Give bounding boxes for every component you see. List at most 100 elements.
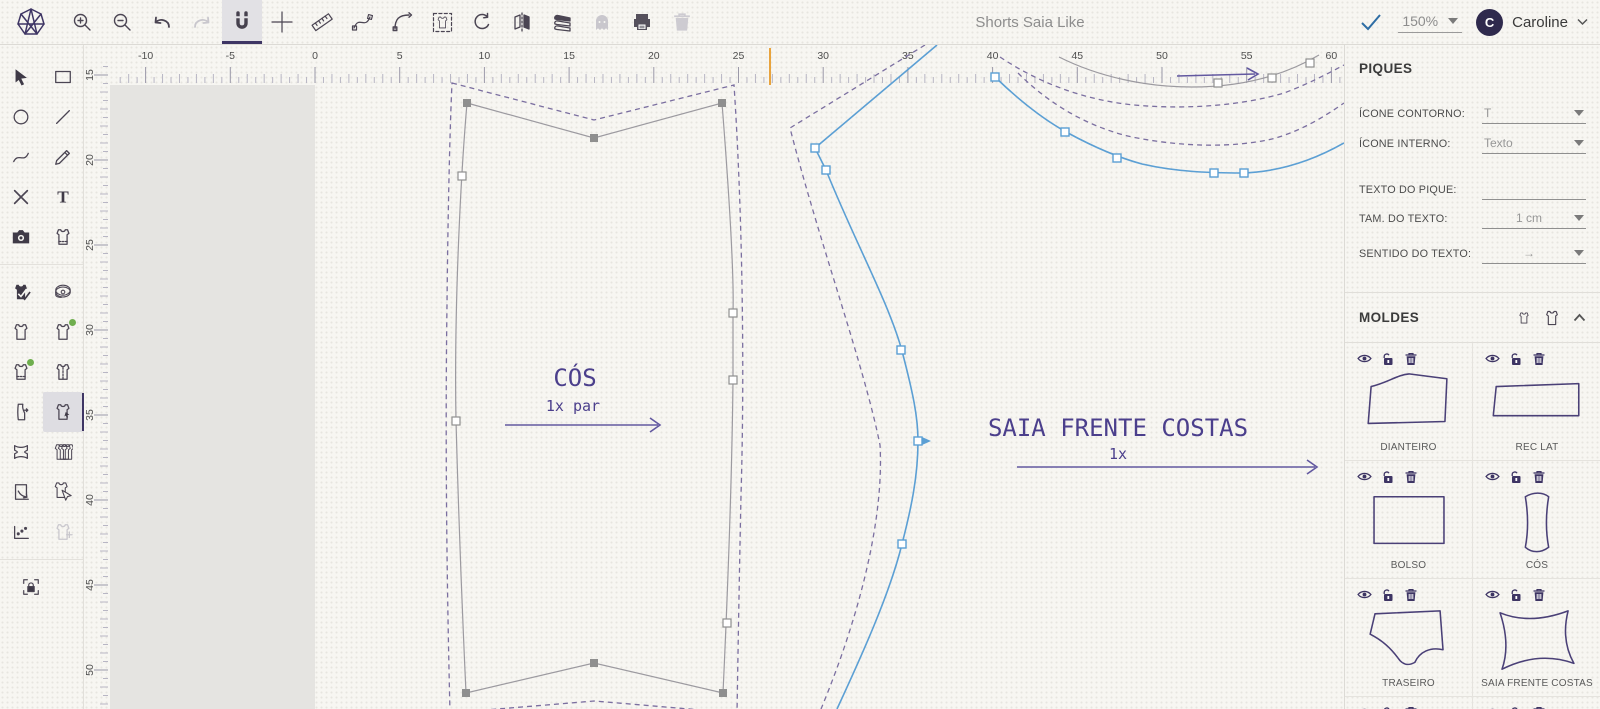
mold-new-dot-tool[interactable] (43, 312, 83, 352)
tam-do-texto-select[interactable]: 1 cm (1482, 211, 1586, 229)
icone-interno-value: Texto (1484, 136, 1513, 150)
collapse-chevron-up-icon[interactable] (1573, 313, 1586, 322)
icone-interno-select[interactable]: Texto (1482, 136, 1586, 154)
select-cursor-tool[interactable] (1, 57, 41, 97)
app-logo-icon[interactable] (0, 0, 62, 44)
visibility-eye-icon[interactable] (1485, 587, 1500, 602)
visibility-eye-icon[interactable] (1357, 469, 1372, 484)
visibility-eye-icon[interactable] (1485, 351, 1500, 366)
lock-icon[interactable] (1381, 588, 1395, 602)
off-page-area (110, 85, 315, 709)
piece-saia-grain-arrow (1017, 460, 1317, 474)
chevron-down-icon (1574, 250, 1584, 256)
mold-thumbnail (1473, 489, 1600, 557)
piece-cos[interactable]: CÓS 1x par (446, 83, 743, 709)
trash-icon[interactable] (1532, 470, 1546, 484)
mold-card[interactable]: CÓS (1473, 461, 1600, 579)
user-menu[interactable]: C Caroline (1476, 9, 1588, 36)
visibility-eye-icon[interactable] (1485, 469, 1500, 484)
print-button[interactable] (622, 0, 662, 44)
rotate-button[interactable] (462, 0, 502, 44)
mold-approve-tool[interactable] (1, 272, 41, 312)
mold-marked-dot-tool[interactable] (1, 352, 41, 392)
mold-stack-tool[interactable] (43, 432, 83, 472)
texto-do-pique-input[interactable] (1482, 182, 1586, 200)
svg-text:40: 40 (84, 494, 96, 506)
visibility-eye-icon[interactable] (1357, 705, 1372, 709)
sentido-do-texto-select[interactable]: → (1482, 246, 1586, 264)
chevron-down-icon (1448, 18, 1458, 24)
lock-icon[interactable] (1509, 706, 1523, 709)
rectangle-tool[interactable] (43, 57, 83, 97)
base-mold-tool[interactable] (43, 217, 83, 257)
mold-card[interactable]: SAIA FRENTE COSTAS (1473, 579, 1600, 697)
axis-points-tool[interactable] (1, 512, 41, 552)
mold-thumbnail (1345, 489, 1472, 557)
lock-icon[interactable] (1381, 352, 1395, 366)
trash-icon[interactable] (1404, 706, 1418, 709)
pencil-tool[interactable] (43, 137, 83, 177)
trash-icon[interactable] (1404, 352, 1418, 366)
mold-card[interactable]: BOLSO (1345, 461, 1473, 579)
line-tool[interactable] (43, 97, 83, 137)
mold-card[interactable]: REC LAT (1473, 343, 1600, 461)
mold-small-view-icon[interactable] (1517, 311, 1531, 325)
mold-centerline-tool[interactable] (43, 352, 83, 392)
mirror-button[interactable] (502, 0, 542, 44)
snap-magnet-button[interactable] (222, 0, 262, 44)
trash-icon[interactable] (1532, 352, 1546, 366)
select-mold-area-button[interactable] (422, 0, 462, 44)
text-tool[interactable]: T (43, 177, 83, 217)
mold-card[interactable] (1345, 697, 1473, 709)
piece-saia-frente-costas[interactable]: SAIA FRENTE COSTAS 1x (790, 45, 1344, 709)
photo-tool[interactable] (1, 217, 41, 257)
fabric-stack-button[interactable] (542, 0, 582, 44)
field-label: ÍCONE CONTORNO: (1359, 108, 1465, 124)
undo-button[interactable] (142, 0, 182, 44)
mold-copy-tool[interactable] (43, 472, 83, 512)
mold-large-view-icon[interactable] (1543, 309, 1561, 327)
status-dot (27, 359, 34, 366)
svg-text:30: 30 (84, 324, 96, 336)
lock-icon[interactable] (1509, 352, 1523, 366)
lock-icon[interactable] (1509, 470, 1523, 484)
zoom-out-button[interactable] (102, 0, 142, 44)
pattern-canvas[interactable]: -10-505101520253035404550556015202530354… (84, 45, 1344, 709)
add-point-button[interactable] (262, 0, 302, 44)
measure-ruler-button[interactable] (302, 0, 342, 44)
moldes-title: MOLDES (1359, 310, 1419, 325)
trash-icon[interactable] (1532, 588, 1546, 602)
moldes-list: DIANTEIRO REC LAT BOLSO CÓS (1345, 342, 1600, 709)
trash-icon[interactable] (1404, 470, 1418, 484)
zoom-level-select[interactable]: 150% (1398, 11, 1462, 33)
svg-text:20: 20 (648, 50, 660, 62)
mold-card[interactable]: TRASEIRO (1345, 579, 1473, 697)
mold-card[interactable]: DIANTEIRO (1345, 343, 1473, 461)
visibility-eye-icon[interactable] (1485, 705, 1500, 709)
svg-text:55: 55 (1241, 50, 1253, 62)
visibility-eye-icon[interactable] (1357, 587, 1372, 602)
lock-icon[interactable] (1381, 470, 1395, 484)
zoom-in-button[interactable] (62, 0, 102, 44)
mold-side-piece-tool[interactable] (1, 392, 41, 432)
mold-rotate-tool[interactable] (1, 472, 41, 512)
lock-icon[interactable] (1381, 706, 1395, 709)
mold-plain-tool[interactable] (1, 312, 41, 352)
mold-add-tool (43, 512, 83, 552)
circle-tool[interactable] (1, 97, 41, 137)
measure-tape-tool[interactable] (43, 272, 83, 312)
lock-area-tool[interactable] (11, 567, 51, 607)
icone-contorno-select[interactable]: T (1482, 106, 1586, 124)
trash-icon[interactable] (1532, 706, 1546, 709)
curve-tool[interactable] (1, 137, 41, 177)
notch-pique-marker[interactable] (922, 437, 931, 445)
corner-curve-button[interactable] (382, 0, 422, 44)
delete-point-tool[interactable] (1, 177, 41, 217)
mold-select-tool[interactable] (43, 392, 83, 432)
mold-split-tool[interactable] (1, 432, 41, 472)
curve-edit-button[interactable] (342, 0, 382, 44)
lock-icon[interactable] (1509, 588, 1523, 602)
mold-card[interactable] (1473, 697, 1600, 709)
visibility-eye-icon[interactable] (1357, 351, 1372, 366)
trash-icon[interactable] (1404, 588, 1418, 602)
